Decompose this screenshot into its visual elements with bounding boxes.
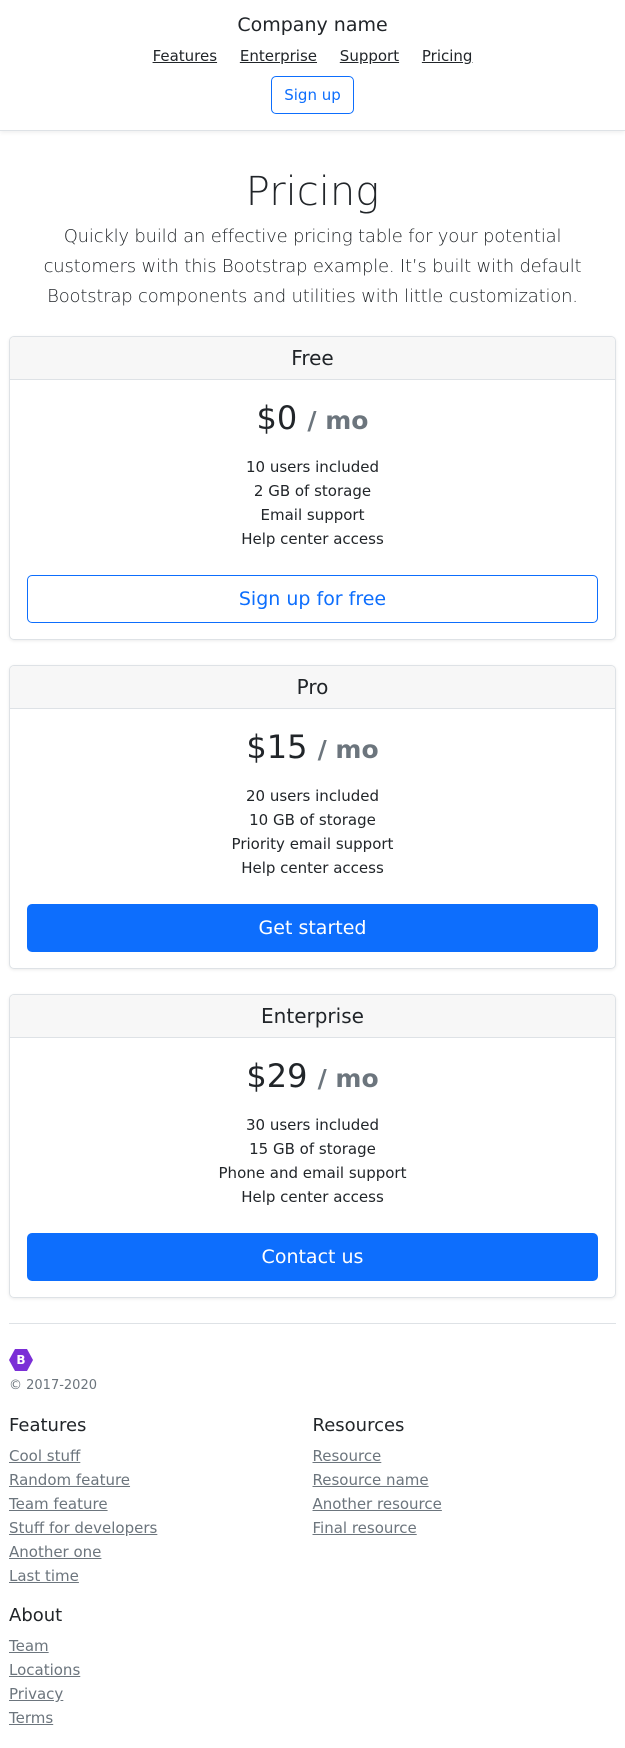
price-period: / mo [317, 735, 379, 764]
feature-item: Phone and email support [218, 1164, 407, 1182]
footer-divider [9, 1323, 616, 1324]
contact-us-button[interactable]: Contact us [27, 1233, 598, 1281]
footer-link[interactable]: Last time [9, 1567, 79, 1585]
plan-body: $29 / mo 30 users included 15 GB of stor… [10, 1038, 615, 1297]
footer-heading: Features [9, 1415, 87, 1436]
plan-name: Free [10, 337, 615, 380]
feature-item: Help center access [241, 859, 384, 877]
signup-button[interactable]: Sign up [271, 76, 354, 114]
footer-about: About Team Locations Privacy Terms [9, 1604, 327, 1730]
plan-card-free: Free $0 / mo 10 users included 2 GB of s… [9, 336, 616, 640]
feature-item: 2 GB of storage [253, 482, 372, 500]
plan-features: 30 users included 15 GB of storage Phone… [27, 1113, 598, 1209]
feature-item: 30 users included [245, 1116, 380, 1134]
footer-features: Features Cool stuff Random feature Team … [9, 1414, 313, 1588]
nav-link-pricing[interactable]: Pricing [422, 47, 473, 65]
feature-item: 20 users included [245, 787, 380, 805]
plan-name: Enterprise [10, 995, 615, 1038]
plan-card-enterprise: Enterprise $29 / mo 30 users included 15… [9, 994, 616, 1298]
footer-resources: Resources Resource Resource name Another… [313, 1414, 617, 1588]
price-amount: $29 [246, 1057, 308, 1095]
feature-item: Email support [260, 506, 365, 524]
footer-heading: About [9, 1605, 63, 1626]
get-started-button[interactable]: Get started [27, 904, 598, 952]
footer-link[interactable]: Team [9, 1637, 49, 1655]
signup-free-button[interactable]: Sign up for free [27, 575, 598, 623]
price-period: / mo [317, 1064, 379, 1093]
feature-item: 10 GB of storage [249, 811, 376, 829]
footer-link[interactable]: Random feature [9, 1471, 130, 1489]
plan-price: $15 / mo [27, 725, 598, 772]
footer-link[interactable]: Locations [9, 1661, 80, 1679]
price-amount: $15 [246, 728, 308, 766]
footer-link[interactable]: Terms [9, 1709, 53, 1727]
plan-name: Pro [10, 666, 615, 709]
footer-link[interactable]: Team feature [9, 1495, 108, 1513]
nav-link-features[interactable]: Features [153, 47, 218, 65]
footer-link[interactable]: Stuff for developers [9, 1519, 157, 1537]
site-header: Company name Features Enterprise Support… [0, 0, 625, 131]
footer-link[interactable]: Resource name [313, 1471, 429, 1489]
price-period: / mo [307, 406, 369, 435]
footer-link[interactable]: Cool stuff [9, 1447, 80, 1465]
footer-link[interactable]: Another resource [313, 1495, 442, 1513]
pricing-cards: Free $0 / mo 10 users included 2 GB of s… [0, 336, 625, 1298]
plan-body: $0 / mo 10 users included 2 GB of storag… [10, 380, 615, 639]
footer-link[interactable]: Final resource [313, 1519, 417, 1537]
nav-link-enterprise[interactable]: Enterprise [240, 47, 317, 65]
footer-columns: Features Cool stuff Random feature Team … [9, 1414, 616, 1588]
site-footer: B © 2017-2020 Features Cool stuff Random… [0, 1323, 625, 1730]
main-nav: Features Enterprise Support Pricing [0, 46, 625, 66]
plan-features: 20 users included 10 GB of storage Prior… [27, 784, 598, 880]
brand-name[interactable]: Company name [0, 13, 625, 37]
page-title: Pricing [245, 169, 380, 215]
plan-card-pro: Pro $15 / mo 20 users included 10 GB of … [9, 665, 616, 969]
footer-link[interactable]: Resource [313, 1447, 382, 1465]
footer-link[interactable]: Privacy [9, 1685, 63, 1703]
footer-link[interactable]: Another one [9, 1543, 101, 1561]
nav-link-support[interactable]: Support [340, 47, 399, 65]
pricing-lead: Quickly build an effective pricing table… [43, 226, 582, 307]
pricing-hero: Pricing Quickly build an effective prici… [0, 131, 625, 312]
feature-item: 10 users included [245, 458, 380, 476]
feature-item: Help center access [241, 530, 384, 548]
feature-item: 15 GB of storage [249, 1140, 376, 1158]
plan-body: $15 / mo 20 users included 10 GB of stor… [10, 709, 615, 968]
copyright: © 2017-2020 [9, 1378, 97, 1393]
feature-item: Priority email support [231, 835, 394, 853]
plan-price: $29 / mo [27, 1054, 598, 1101]
plan-features: 10 users included 2 GB of storage Email … [27, 455, 598, 551]
plan-price: $0 / mo [27, 396, 598, 443]
footer-heading: Resources [312, 1415, 405, 1436]
bootstrap-logo-icon: B [9, 1349, 33, 1371]
feature-item: Help center access [241, 1188, 384, 1206]
price-amount: $0 [256, 399, 298, 437]
